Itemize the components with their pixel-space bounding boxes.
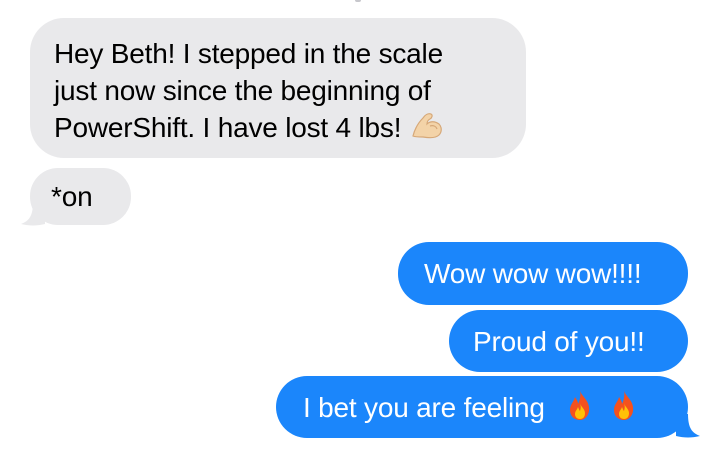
message-text: Wow wow wow!!!! [424,258,642,289]
outgoing-message-bubble[interactable]: I bet you are feeling [276,376,688,438]
incoming-message-bubble[interactable]: *on [30,168,131,225]
outgoing-message-bubble[interactable]: Proud of you!! [449,310,688,372]
message-thread: { "messages": [ { "direction": "incoming… [0,0,720,454]
incoming-message-bubble[interactable]: Hey Beth! I stepped in the scale just no… [30,18,526,158]
message-line: Hey Beth! I stepped in the scale [54,38,443,69]
scroll-hint-dot [355,0,361,2]
message-text: *on [51,181,93,212]
outgoing-bubble-tail [676,414,700,438]
message-text: I bet you are feeling [303,392,545,423]
fire-icon [610,389,638,430]
message-line: PowerShift. I have lost 4 lbs! [54,109,526,149]
message-line: just now since the beginning of [54,75,431,106]
message-text: Proud of you!! [473,326,645,357]
flexed-biceps-icon [409,110,445,149]
incoming-bubble-tail [21,202,45,226]
fire-icon [566,389,594,430]
outgoing-message-bubble[interactable]: Wow wow wow!!!! [398,242,688,305]
